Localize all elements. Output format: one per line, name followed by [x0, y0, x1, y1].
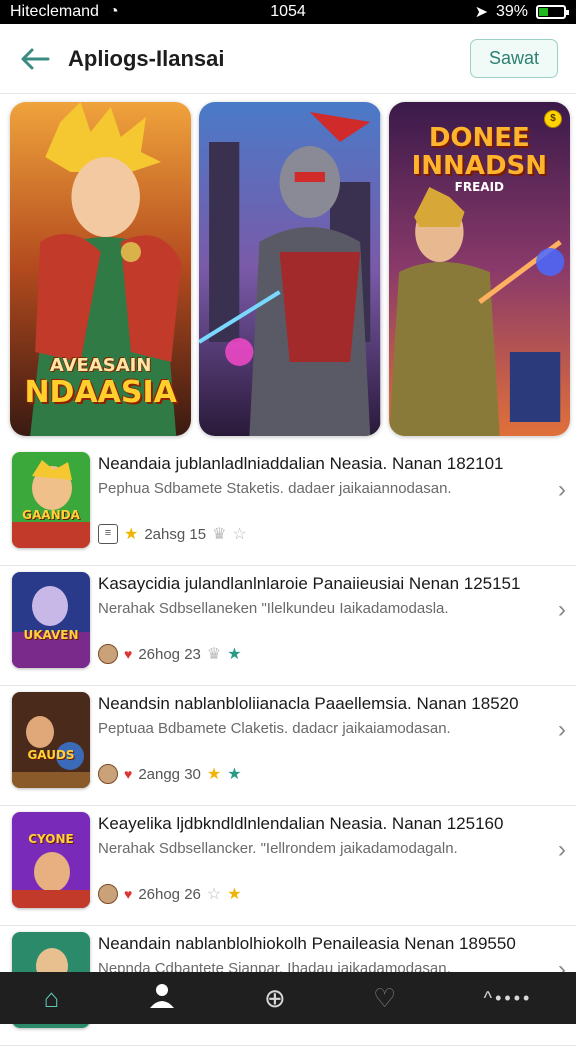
- coin-icon: $: [543, 110, 562, 128]
- heart-icon: ♥: [124, 646, 133, 662]
- app-meta: ♥ 2angg 30 ★ ★: [98, 764, 242, 784]
- chevron-right-icon[interactable]: ›: [558, 596, 566, 624]
- hero-artwork-2: [199, 102, 381, 436]
- app-name: Neandsin nablanbloliianacla Paaellemsia.…: [98, 694, 519, 713]
- carrier-label: Hiteclemand: [10, 3, 99, 20]
- app-thumbnail: GAUDS: [12, 692, 90, 788]
- meta-text: 26hog 26: [138, 885, 201, 903]
- battery-icon: [536, 5, 569, 19]
- clock: 1054: [270, 3, 306, 20]
- avatar: [98, 764, 118, 784]
- crown-icon: ♛: [206, 646, 222, 663]
- status-bar: Hiteclemand ◔ 1054 ➤ 39%: [0, 0, 576, 24]
- meta-text: 26hog 23: [138, 645, 201, 663]
- chevron-right-icon[interactable]: ›: [558, 836, 566, 864]
- wifi-icon: ◔: [108, 3, 119, 20]
- app-description: Pephua Sdbamete Staketis. dadaer jaikaia…: [98, 480, 452, 497]
- bottom-navigation: ⌂ ⊕ ♡ ^••••: [0, 972, 576, 1024]
- featured-card-2[interactable]: [199, 102, 381, 436]
- battery-percent: 39%: [495, 3, 528, 20]
- location-icon: ➤: [474, 4, 488, 21]
- star-icon: ★: [227, 766, 242, 783]
- more-icon[interactable]: ^••••: [484, 988, 533, 1009]
- list-item[interactable]: CYONE Keayelika ljdbkndldlnlendalian Nea…: [0, 806, 576, 926]
- star-icon: ★: [124, 526, 139, 543]
- app-description: Nerahak Sdbsellancker. "Iellrondem jaika…: [98, 840, 458, 857]
- app-bar: Apliogs-Ilansai Sawat: [0, 24, 576, 94]
- app-description: Peptuaa Bdbamete Claketis. dadacr jaikai…: [98, 720, 451, 737]
- featured-card-3[interactable]: DONEE INNADSN FREAID $: [388, 102, 570, 436]
- app-name: Keayelika ljdbkndldlnlendalian Neasia. N…: [98, 814, 504, 833]
- meta-text: 2angg 30: [138, 765, 201, 783]
- star-icon: ★: [206, 766, 222, 783]
- featured-carousel[interactable]: AVEASAIN NDAASIA DONEE INNADSN FREAID $: [10, 102, 570, 436]
- avatar: [98, 644, 118, 664]
- featured-card-1[interactable]: AVEASAIN NDAASIA: [10, 102, 192, 436]
- page-title: Apliogs-Ilansai: [68, 45, 225, 71]
- app-meta: ♥ 26hog 26 ☆ ★: [98, 884, 242, 904]
- app-name: Neandaia jublanladlniaddalian Neasia. Na…: [98, 454, 504, 473]
- arrow-left-icon: [21, 48, 50, 69]
- app-name: Kasaycidia julandlanlnlaroie Panaiieusia…: [98, 574, 521, 593]
- chevron-right-icon[interactable]: ›: [558, 476, 566, 504]
- banner-3-subtitle: FREAID: [454, 180, 504, 194]
- app-description: Nerahak Sdbsellaneken "Ilelkundeu Iaikad…: [98, 600, 449, 617]
- banner-3-title: DONEE INNADSN: [411, 123, 548, 181]
- list-item[interactable]: UKAVEN Kasaycidia julandlanlnlaroie Pana…: [0, 566, 576, 686]
- star-outline-icon: ☆: [232, 526, 247, 543]
- app-thumbnail: UKAVEN: [12, 572, 90, 668]
- app-list: GAANDA Neandaia jublanladlniaddalian Nea…: [0, 446, 576, 1046]
- profile-icon[interactable]: [147, 980, 177, 1017]
- add-circle-icon[interactable]: ⊕: [264, 983, 286, 1014]
- home-icon[interactable]: ⌂: [44, 983, 60, 1014]
- app-meta: ♥ 26hog 23 ♛ ★: [98, 644, 242, 664]
- heart-icon: ♥: [124, 766, 133, 782]
- star-icon: ★: [227, 886, 242, 903]
- star-outline-icon: ☆: [206, 886, 222, 903]
- heart-icon: ♥: [124, 886, 133, 902]
- banner-1-line2: NDAASIA: [24, 375, 177, 410]
- app-name: Neandain nablanblolhiokolh Penaileasia N…: [98, 934, 516, 953]
- app-thumbnail: GAANDA: [12, 452, 90, 548]
- star-icon: ★: [227, 646, 242, 663]
- app-thumbnail: CYONE: [12, 812, 90, 908]
- document-icon: ≡: [98, 524, 118, 544]
- back-button[interactable]: [18, 42, 52, 76]
- meta-text: 2ahsg 15: [144, 525, 207, 543]
- banner-1-line1: AVEASAIN: [49, 355, 152, 376]
- save-button[interactable]: Sawat: [469, 39, 558, 78]
- crown-icon: ♛: [212, 526, 227, 543]
- heart-icon[interactable]: ♡: [373, 983, 396, 1014]
- app-meta: ≡ ★ 2ahsg 15 ♛ ☆: [98, 524, 247, 544]
- list-item[interactable]: GAUDS Neandsin nablanbloliianacla Paaell…: [0, 686, 576, 806]
- list-item[interactable]: GAANDA Neandaia jublanladlniaddalian Nea…: [0, 446, 576, 566]
- chevron-right-icon[interactable]: ›: [558, 716, 566, 744]
- avatar: [98, 884, 118, 904]
